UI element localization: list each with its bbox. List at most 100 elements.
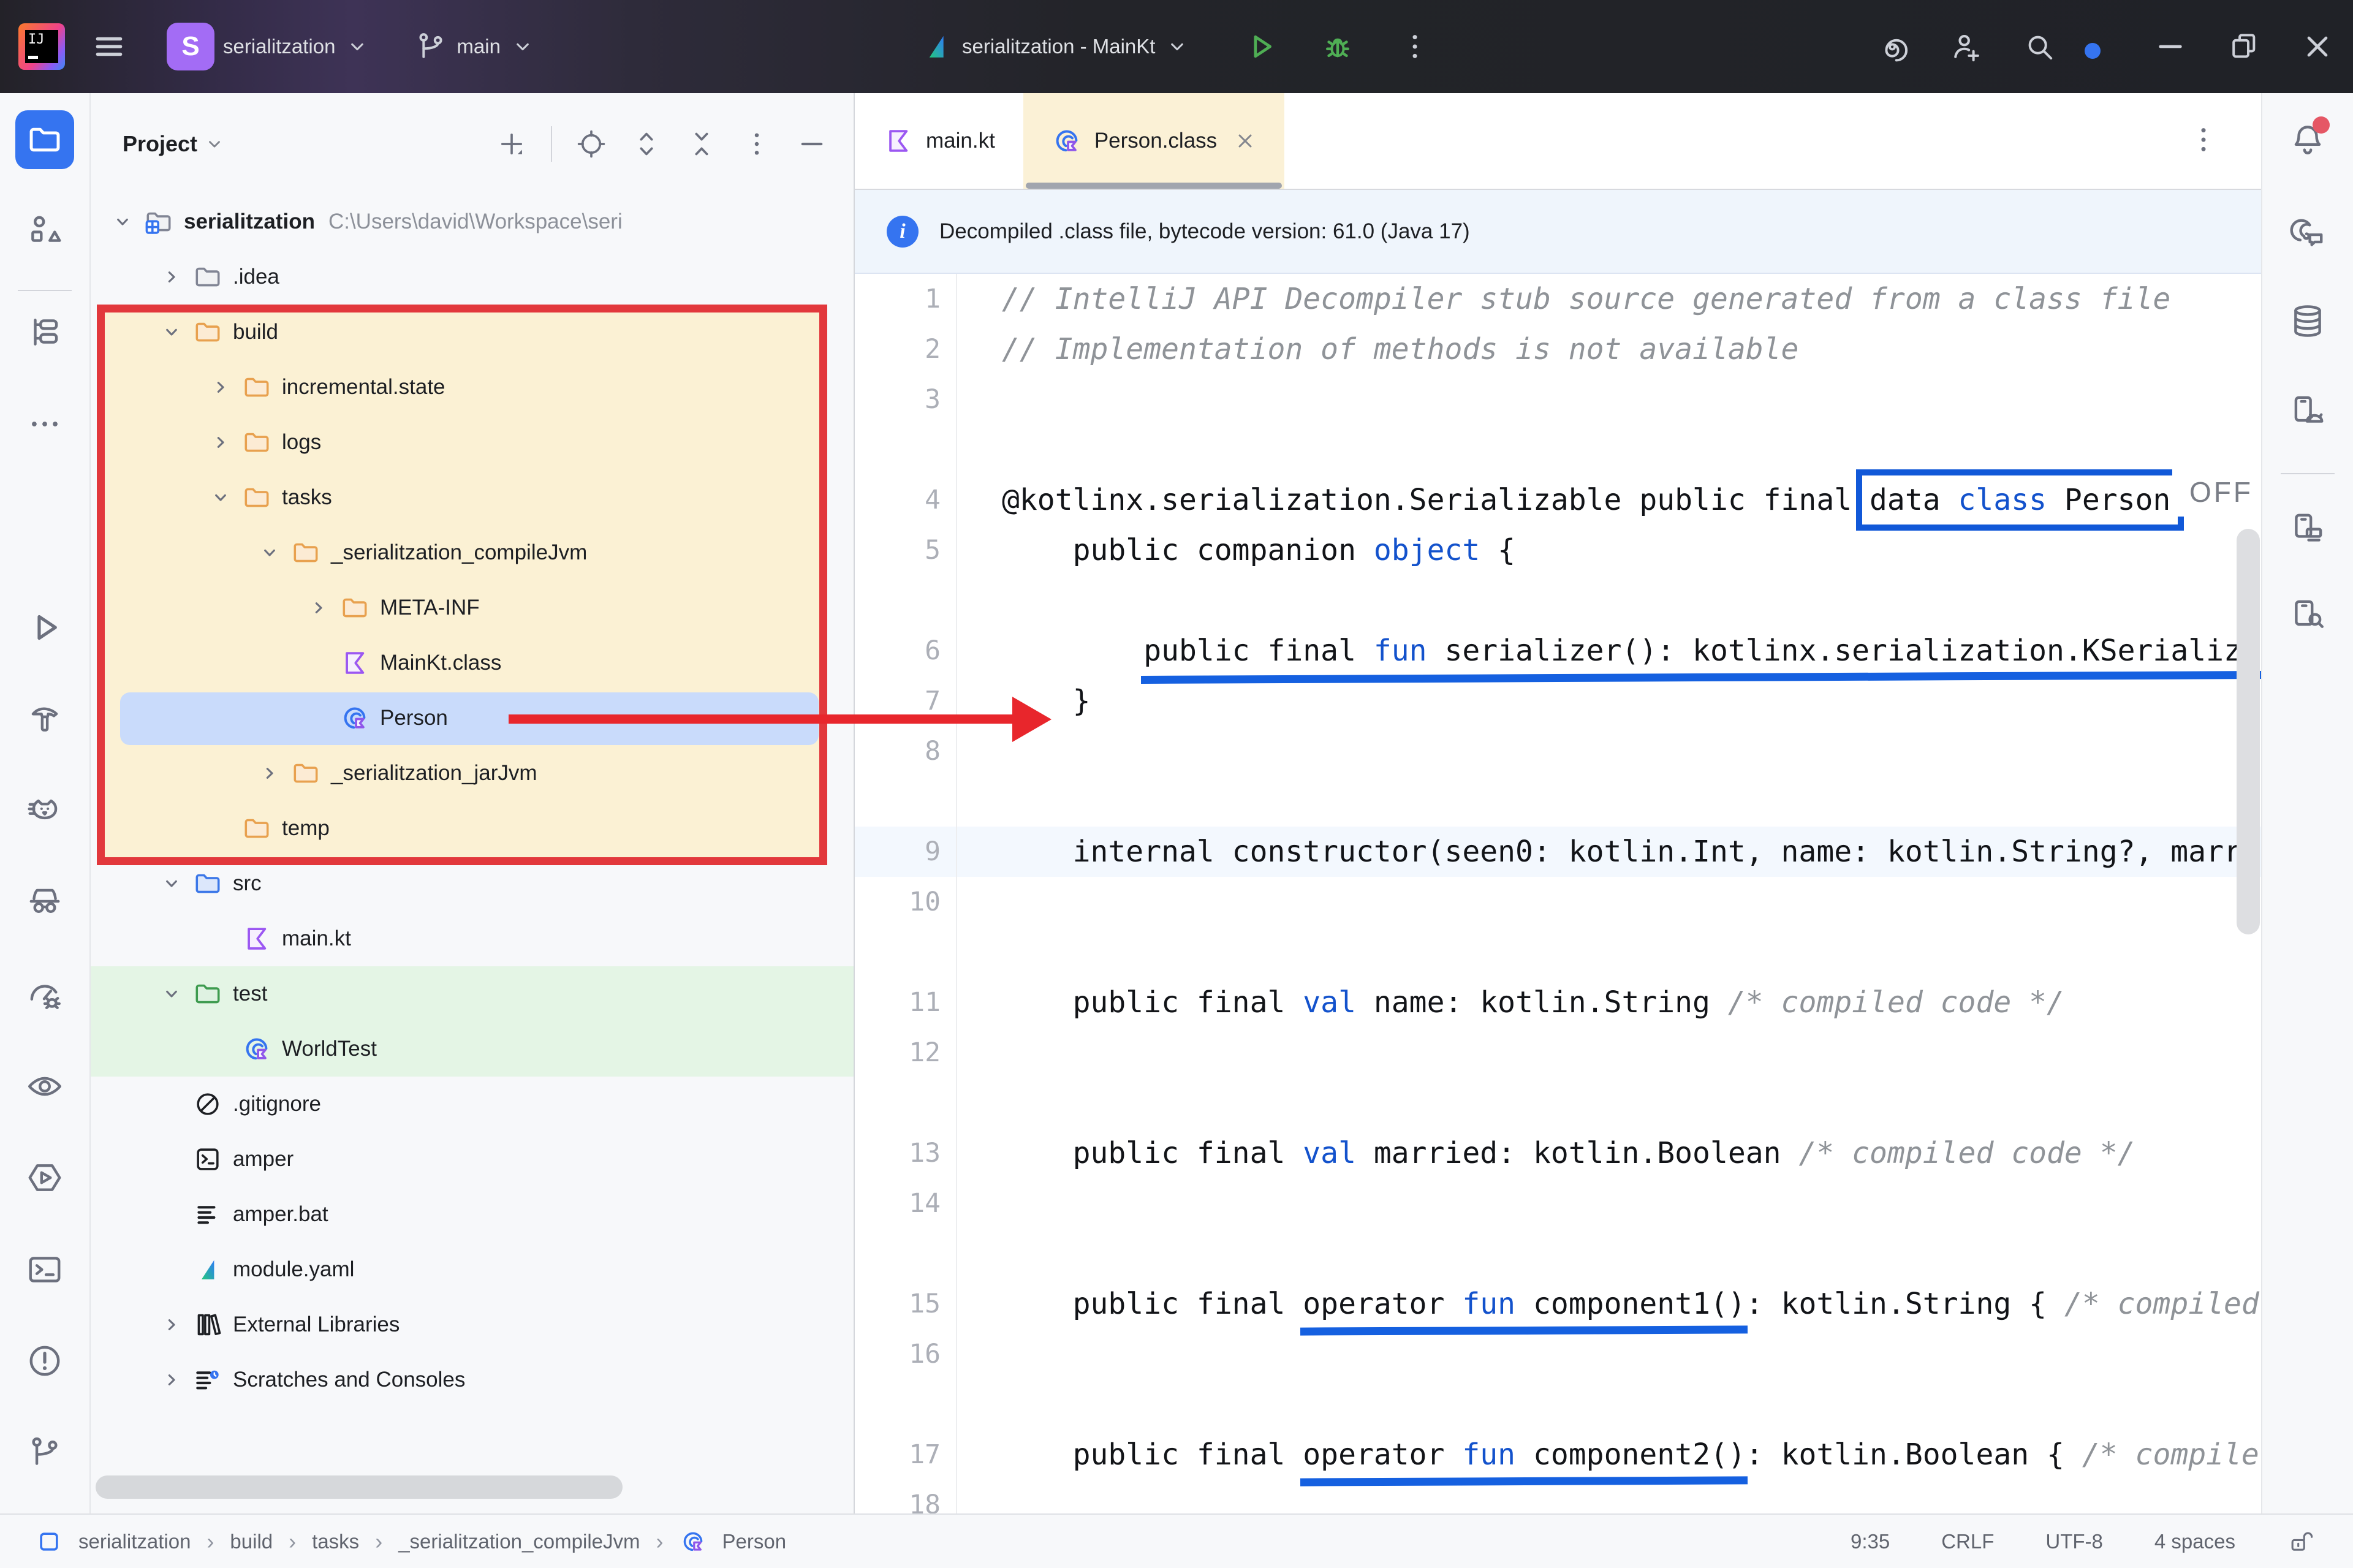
tree-row-scratches-and-consoles[interactable]: Scratches and Consoles [91, 1352, 854, 1407]
profiler-incognito-tool-button[interactable] [15, 873, 74, 931]
running-devices-tool-button[interactable] [2278, 381, 2337, 440]
build-tool-button[interactable] [15, 689, 74, 748]
panel-options-button[interactable] [741, 128, 773, 160]
tree-row-external-libraries[interactable]: External Libraries [91, 1297, 854, 1352]
code-line-3[interactable]: 3 [855, 374, 2261, 425]
tree-chevron-icon[interactable] [256, 760, 290, 787]
tree-row-build[interactable]: build [91, 305, 854, 360]
ai-assistant-icon[interactable] [1875, 29, 1909, 64]
main-menu-icon[interactable] [92, 29, 126, 64]
version-control-tool-button[interactable] [15, 1423, 74, 1482]
tree-chevron-icon[interactable] [158, 870, 192, 897]
code-line-13[interactable]: 13 public final val married: kotlin.Bool… [855, 1128, 2261, 1178]
tree-row--gitignore[interactable]: .gitignore [91, 1077, 854, 1132]
tree-row--idea[interactable]: .idea [91, 249, 854, 305]
editor-vertical-scrollbar[interactable] [2237, 529, 2260, 934]
terminal-tool-button[interactable] [15, 1240, 74, 1299]
debug-button[interactable] [1320, 29, 1355, 64]
ai-assistant-tool-button[interactable] [2278, 203, 2337, 262]
tree-row-mainkt-class[interactable]: MainKt.class [91, 635, 854, 691]
notifications-tool-button[interactable] [2278, 110, 2337, 169]
restore-button[interactable] [2227, 29, 2261, 64]
code-line-12[interactable]: 12 [855, 1028, 2261, 1078]
device-explorer-tool-button[interactable] [2278, 585, 2337, 643]
tree-chevron-icon[interactable] [207, 429, 241, 456]
profiler-tool-button[interactable] [15, 966, 74, 1025]
breadcrumb-item-build[interactable]: build [230, 1530, 273, 1553]
tree-row-temp[interactable]: temp [91, 801, 854, 856]
line-ending[interactable]: CRLF [1941, 1530, 1994, 1553]
tab-close-icon[interactable] [1234, 130, 1256, 152]
structure-tool-button[interactable] [15, 200, 74, 259]
code-line-17[interactable]: 17 public final operator fun component2(… [855, 1430, 2261, 1480]
tree-chevron-icon[interactable] [305, 594, 339, 621]
search-everywhere-icon[interactable] [2022, 29, 2056, 64]
commit-tool-button[interactable] [15, 303, 74, 362]
code-line-16[interactable]: 16 [855, 1329, 2261, 1379]
more-run-actions-button[interactable] [1398, 29, 1432, 64]
database-tool-button[interactable] [2278, 292, 2337, 350]
code-line-11[interactable]: 11 public final val name: kotlin.String … [855, 977, 2261, 1028]
project-selector[interactable]: S serialitzation [154, 17, 383, 76]
indent-setting[interactable]: 4 spaces [2154, 1530, 2235, 1553]
tree-row-serialitzation[interactable]: serialitzationC:\Users\david\Workspace\s… [91, 194, 854, 249]
code-with-me-icon[interactable] [1949, 29, 1983, 64]
run-button[interactable] [1243, 29, 1278, 64]
collapse-all-button[interactable] [686, 128, 718, 160]
project-panel-title[interactable]: Project [123, 131, 197, 157]
file-lock-icon[interactable] [2287, 1528, 2314, 1555]
code-line-18[interactable]: 18 [855, 1480, 2261, 1513]
tree-chevron-icon[interactable] [158, 980, 192, 1007]
breadcrumb-item-serialitzation[interactable]: serialitzation [78, 1530, 191, 1553]
code-line-10[interactable]: 10 [855, 877, 2261, 927]
tree-row-worldtest[interactable]: WorldTest [91, 1021, 854, 1077]
tree-row-meta-inf[interactable]: META-INF [91, 580, 854, 635]
add-button[interactable] [496, 128, 528, 160]
tree-chevron-icon[interactable] [256, 539, 290, 566]
file-encoding[interactable]: UTF-8 [2045, 1530, 2103, 1553]
code-vision-eye-tool-button[interactable] [15, 1057, 74, 1116]
project-tool-button[interactable] [15, 110, 74, 169]
caret-position[interactable]: 9:35 [1851, 1530, 1890, 1553]
tab-main-kt[interactable]: main.kt [855, 93, 1023, 189]
tree-row--serialitzation-jarjvm[interactable]: _serialitzation_jarJvm [91, 746, 854, 801]
services-tool-button[interactable] [15, 1148, 74, 1207]
hide-panel-button[interactable] [796, 128, 828, 160]
minimize-button[interactable] [2153, 29, 2188, 64]
tree-chevron-icon[interactable] [158, 263, 192, 290]
breadcrumb-item-person[interactable]: Person [722, 1530, 787, 1553]
code-line-9[interactable]: 9 internal constructor(seen0: kotlin.Int… [855, 827, 2261, 877]
tree-row-amper[interactable]: amper [91, 1132, 854, 1187]
tree-row-tasks[interactable]: tasks [91, 470, 854, 525]
tree-chevron-icon[interactable] [158, 1311, 192, 1338]
code-line-7[interactable]: 7 } [855, 676, 2261, 726]
code-line-2[interactable]: 2// Implementation of methods is not ava… [855, 324, 2261, 374]
tree-row--serialitzation-compilejvm[interactable]: _serialitzation_compileJvm [91, 525, 854, 580]
tree-row-test[interactable]: test [91, 966, 854, 1021]
tree-row-amper-bat[interactable]: amper.bat [91, 1187, 854, 1242]
tree-row-module-yaml[interactable]: module.yaml [91, 1242, 854, 1297]
tree-chevron-icon[interactable] [158, 1366, 192, 1393]
breadcrumb-item-tasks[interactable]: tasks [312, 1530, 359, 1553]
tree-chevron-icon[interactable] [109, 208, 143, 235]
tree-horizontal-scrollbar[interactable] [96, 1475, 623, 1499]
tab-person-class[interactable]: Person.class [1023, 93, 1284, 189]
code-line-4[interactable]: 4@kotlinx.serialization.Serializable pub… [855, 475, 2261, 525]
tree-chevron-icon[interactable] [158, 319, 192, 346]
code-line-1[interactable]: 1// IntelliJ API Decompiler stub source … [855, 274, 2261, 324]
expand-all-button[interactable] [631, 128, 662, 160]
close-button[interactable] [2300, 29, 2335, 64]
code-line-14[interactable]: 14 [855, 1178, 2261, 1229]
problems-tool-button[interactable] [15, 1331, 74, 1390]
tab-options-kebab-icon[interactable] [2186, 123, 2221, 157]
breadcrumb-item--serialitzation-compilejvm[interactable]: _serialitzation_compileJvm [398, 1530, 640, 1553]
code-line-15[interactable]: 15 public final operator fun component1(… [855, 1279, 2261, 1329]
code-line-8[interactable]: 8 [855, 726, 2261, 776]
tree-chevron-icon[interactable] [207, 484, 241, 511]
tree-chevron-icon[interactable] [207, 374, 241, 401]
code-line-6[interactable]: 6 public final fun serializer(): kotlinx… [855, 626, 2261, 676]
select-opened-file-button[interactable] [575, 128, 607, 160]
run-tool-button[interactable] [15, 598, 74, 657]
code-line-5[interactable]: 5 public companion object { [855, 525, 2261, 575]
tree-row-logs[interactable]: logs [91, 415, 854, 470]
